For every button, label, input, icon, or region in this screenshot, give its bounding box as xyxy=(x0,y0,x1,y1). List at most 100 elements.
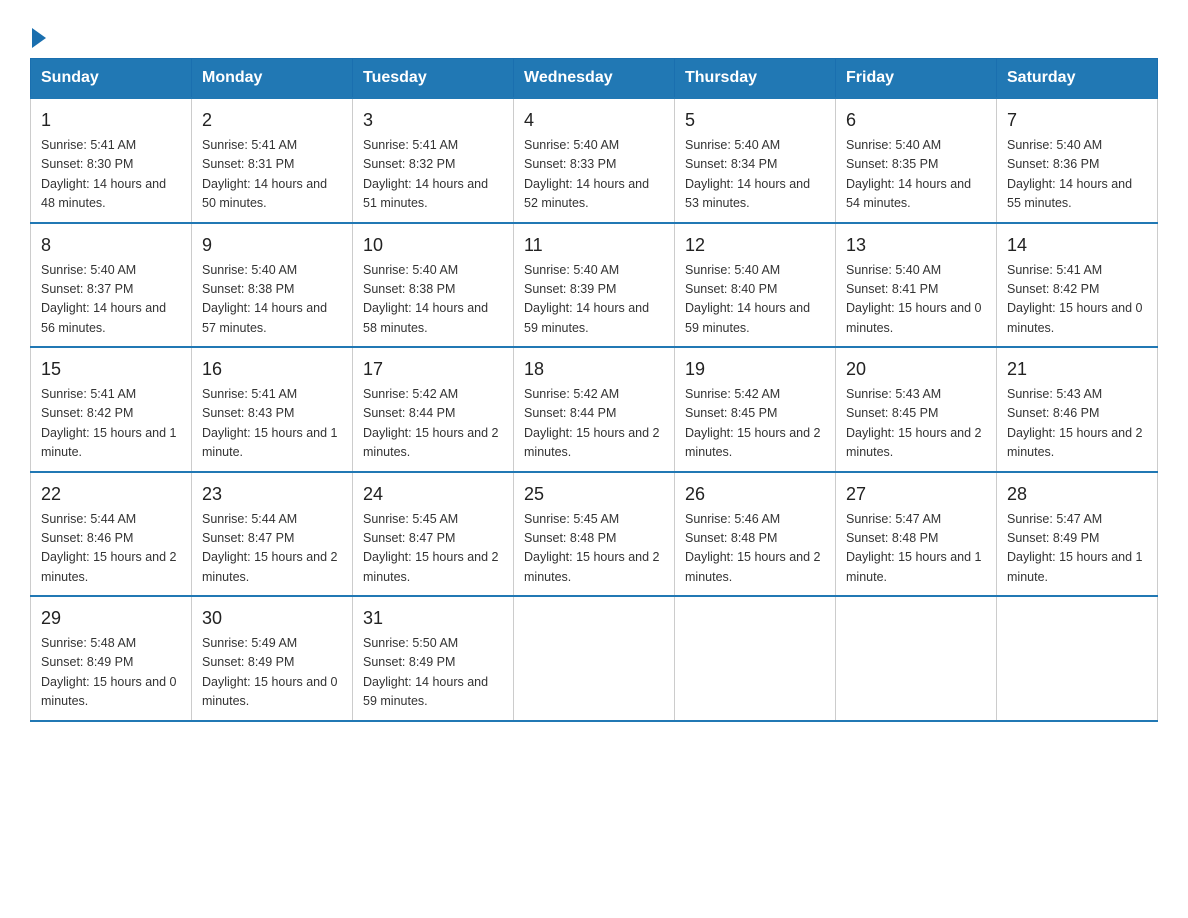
day-info-26: Sunrise: 5:46 AMSunset: 8:48 PMDaylight:… xyxy=(685,510,825,588)
day-cell-15: 15Sunrise: 5:41 AMSunset: 8:42 PMDayligh… xyxy=(31,347,192,472)
day-info-31: Sunrise: 5:50 AMSunset: 8:49 PMDaylight:… xyxy=(363,634,503,712)
day-cell-2: 2Sunrise: 5:41 AMSunset: 8:31 PMDaylight… xyxy=(192,98,353,223)
day-number-3: 3 xyxy=(363,107,503,134)
day-info-13: Sunrise: 5:40 AMSunset: 8:41 PMDaylight:… xyxy=(846,261,986,339)
day-info-17: Sunrise: 5:42 AMSunset: 8:44 PMDaylight:… xyxy=(363,385,503,463)
day-info-3: Sunrise: 5:41 AMSunset: 8:32 PMDaylight:… xyxy=(363,136,503,214)
day-cell-21: 21Sunrise: 5:43 AMSunset: 8:46 PMDayligh… xyxy=(997,347,1158,472)
day-cell-31: 31Sunrise: 5:50 AMSunset: 8:49 PMDayligh… xyxy=(353,596,514,721)
header-friday: Friday xyxy=(836,59,997,99)
logo xyxy=(30,20,46,48)
day-info-9: Sunrise: 5:40 AMSunset: 8:38 PMDaylight:… xyxy=(202,261,342,339)
day-number-23: 23 xyxy=(202,481,342,508)
day-cell-4: 4Sunrise: 5:40 AMSunset: 8:33 PMDaylight… xyxy=(514,98,675,223)
header-wednesday: Wednesday xyxy=(514,59,675,99)
day-cell-13: 13Sunrise: 5:40 AMSunset: 8:41 PMDayligh… xyxy=(836,223,997,348)
day-cell-17: 17Sunrise: 5:42 AMSunset: 8:44 PMDayligh… xyxy=(353,347,514,472)
day-number-11: 11 xyxy=(524,232,664,259)
day-number-12: 12 xyxy=(685,232,825,259)
day-cell-25: 25Sunrise: 5:45 AMSunset: 8:48 PMDayligh… xyxy=(514,472,675,597)
day-cell-11: 11Sunrise: 5:40 AMSunset: 8:39 PMDayligh… xyxy=(514,223,675,348)
header-monday: Monday xyxy=(192,59,353,99)
day-number-5: 5 xyxy=(685,107,825,134)
empty-cell-4-3 xyxy=(514,596,675,721)
day-info-8: Sunrise: 5:40 AMSunset: 8:37 PMDaylight:… xyxy=(41,261,181,339)
day-number-31: 31 xyxy=(363,605,503,632)
page-header xyxy=(30,20,1158,48)
day-number-15: 15 xyxy=(41,356,181,383)
header-sunday: Sunday xyxy=(31,59,192,99)
day-number-29: 29 xyxy=(41,605,181,632)
day-info-10: Sunrise: 5:40 AMSunset: 8:38 PMDaylight:… xyxy=(363,261,503,339)
day-info-6: Sunrise: 5:40 AMSunset: 8:35 PMDaylight:… xyxy=(846,136,986,214)
day-number-8: 8 xyxy=(41,232,181,259)
day-info-27: Sunrise: 5:47 AMSunset: 8:48 PMDaylight:… xyxy=(846,510,986,588)
day-info-14: Sunrise: 5:41 AMSunset: 8:42 PMDaylight:… xyxy=(1007,261,1147,339)
day-info-2: Sunrise: 5:41 AMSunset: 8:31 PMDaylight:… xyxy=(202,136,342,214)
header-saturday: Saturday xyxy=(997,59,1158,99)
day-info-12: Sunrise: 5:40 AMSunset: 8:40 PMDaylight:… xyxy=(685,261,825,339)
empty-cell-4-5 xyxy=(836,596,997,721)
day-number-24: 24 xyxy=(363,481,503,508)
day-cell-6: 6Sunrise: 5:40 AMSunset: 8:35 PMDaylight… xyxy=(836,98,997,223)
day-info-19: Sunrise: 5:42 AMSunset: 8:45 PMDaylight:… xyxy=(685,385,825,463)
day-number-27: 27 xyxy=(846,481,986,508)
day-info-1: Sunrise: 5:41 AMSunset: 8:30 PMDaylight:… xyxy=(41,136,181,214)
day-cell-28: 28Sunrise: 5:47 AMSunset: 8:49 PMDayligh… xyxy=(997,472,1158,597)
day-number-30: 30 xyxy=(202,605,342,632)
day-cell-7: 7Sunrise: 5:40 AMSunset: 8:36 PMDaylight… xyxy=(997,98,1158,223)
week-row-3: 15Sunrise: 5:41 AMSunset: 8:42 PMDayligh… xyxy=(31,347,1158,472)
day-cell-23: 23Sunrise: 5:44 AMSunset: 8:47 PMDayligh… xyxy=(192,472,353,597)
day-number-13: 13 xyxy=(846,232,986,259)
day-info-20: Sunrise: 5:43 AMSunset: 8:45 PMDaylight:… xyxy=(846,385,986,463)
day-number-2: 2 xyxy=(202,107,342,134)
day-cell-8: 8Sunrise: 5:40 AMSunset: 8:37 PMDaylight… xyxy=(31,223,192,348)
day-info-28: Sunrise: 5:47 AMSunset: 8:49 PMDaylight:… xyxy=(1007,510,1147,588)
day-number-10: 10 xyxy=(363,232,503,259)
day-cell-9: 9Sunrise: 5:40 AMSunset: 8:38 PMDaylight… xyxy=(192,223,353,348)
day-info-25: Sunrise: 5:45 AMSunset: 8:48 PMDaylight:… xyxy=(524,510,664,588)
day-number-16: 16 xyxy=(202,356,342,383)
week-row-1: 1Sunrise: 5:41 AMSunset: 8:30 PMDaylight… xyxy=(31,98,1158,223)
day-number-28: 28 xyxy=(1007,481,1147,508)
day-cell-27: 27Sunrise: 5:47 AMSunset: 8:48 PMDayligh… xyxy=(836,472,997,597)
day-number-4: 4 xyxy=(524,107,664,134)
day-number-18: 18 xyxy=(524,356,664,383)
day-cell-18: 18Sunrise: 5:42 AMSunset: 8:44 PMDayligh… xyxy=(514,347,675,472)
calendar-header-row: SundayMondayTuesdayWednesdayThursdayFrid… xyxy=(31,59,1158,99)
day-cell-16: 16Sunrise: 5:41 AMSunset: 8:43 PMDayligh… xyxy=(192,347,353,472)
header-tuesday: Tuesday xyxy=(353,59,514,99)
day-info-24: Sunrise: 5:45 AMSunset: 8:47 PMDaylight:… xyxy=(363,510,503,588)
day-cell-10: 10Sunrise: 5:40 AMSunset: 8:38 PMDayligh… xyxy=(353,223,514,348)
day-number-25: 25 xyxy=(524,481,664,508)
day-number-26: 26 xyxy=(685,481,825,508)
day-info-23: Sunrise: 5:44 AMSunset: 8:47 PMDaylight:… xyxy=(202,510,342,588)
logo-arrow-icon xyxy=(32,28,46,48)
day-number-1: 1 xyxy=(41,107,181,134)
day-number-22: 22 xyxy=(41,481,181,508)
day-info-29: Sunrise: 5:48 AMSunset: 8:49 PMDaylight:… xyxy=(41,634,181,712)
day-number-14: 14 xyxy=(1007,232,1147,259)
day-cell-3: 3Sunrise: 5:41 AMSunset: 8:32 PMDaylight… xyxy=(353,98,514,223)
day-number-7: 7 xyxy=(1007,107,1147,134)
empty-cell-4-4 xyxy=(675,596,836,721)
day-info-5: Sunrise: 5:40 AMSunset: 8:34 PMDaylight:… xyxy=(685,136,825,214)
week-row-4: 22Sunrise: 5:44 AMSunset: 8:46 PMDayligh… xyxy=(31,472,1158,597)
day-number-6: 6 xyxy=(846,107,986,134)
calendar-table: SundayMondayTuesdayWednesdayThursdayFrid… xyxy=(30,58,1158,722)
day-info-7: Sunrise: 5:40 AMSunset: 8:36 PMDaylight:… xyxy=(1007,136,1147,214)
day-info-22: Sunrise: 5:44 AMSunset: 8:46 PMDaylight:… xyxy=(41,510,181,588)
day-number-19: 19 xyxy=(685,356,825,383)
empty-cell-4-6 xyxy=(997,596,1158,721)
day-cell-1: 1Sunrise: 5:41 AMSunset: 8:30 PMDaylight… xyxy=(31,98,192,223)
day-info-21: Sunrise: 5:43 AMSunset: 8:46 PMDaylight:… xyxy=(1007,385,1147,463)
week-row-5: 29Sunrise: 5:48 AMSunset: 8:49 PMDayligh… xyxy=(31,596,1158,721)
header-thursday: Thursday xyxy=(675,59,836,99)
day-info-18: Sunrise: 5:42 AMSunset: 8:44 PMDaylight:… xyxy=(524,385,664,463)
day-number-9: 9 xyxy=(202,232,342,259)
day-info-16: Sunrise: 5:41 AMSunset: 8:43 PMDaylight:… xyxy=(202,385,342,463)
day-cell-26: 26Sunrise: 5:46 AMSunset: 8:48 PMDayligh… xyxy=(675,472,836,597)
day-number-17: 17 xyxy=(363,356,503,383)
day-cell-19: 19Sunrise: 5:42 AMSunset: 8:45 PMDayligh… xyxy=(675,347,836,472)
day-cell-12: 12Sunrise: 5:40 AMSunset: 8:40 PMDayligh… xyxy=(675,223,836,348)
